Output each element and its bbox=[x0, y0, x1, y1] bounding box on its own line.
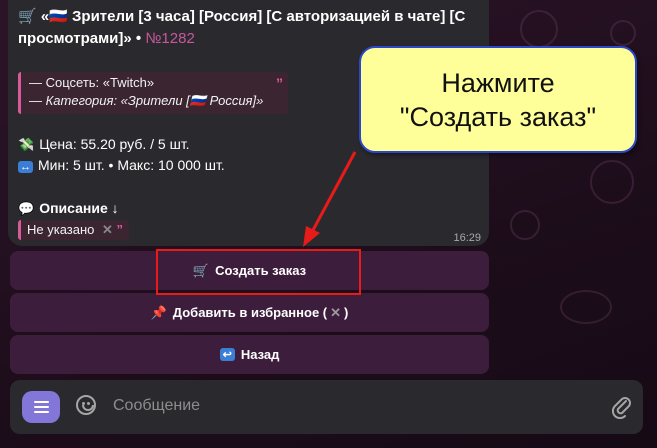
background-doodle bbox=[520, 10, 558, 48]
category-line: — Категория: «Зрители [🇷🇺 Россия]» bbox=[29, 93, 264, 108]
quote-icon: ” bbox=[276, 75, 283, 91]
speech-bubble-icon: 💬 bbox=[18, 201, 35, 216]
background-doodle bbox=[610, 20, 636, 46]
message-title-text: 🛒 «🇷🇺 Зрители [3 часа] [Россия] [С автор… bbox=[18, 8, 466, 47]
back-label: Назад bbox=[240, 347, 280, 362]
price-row: 💸 Цена: 55.20 руб. / 5 шт. bbox=[18, 136, 190, 153]
smile-icon[interactable] bbox=[76, 395, 96, 415]
social-network-line: — Соцсеть: «Twitch» bbox=[29, 75, 155, 90]
message-input[interactable]: Сообщение bbox=[113, 397, 200, 415]
add-favorite-button[interactable]: 📌 Добавить в избранное (✕) bbox=[10, 293, 489, 332]
instruction-callout: Нажмите "Создать заказ" bbox=[359, 46, 637, 153]
description-title-row: 💬 Описание ↓ bbox=[18, 200, 119, 217]
order-number[interactable]: №1282 bbox=[145, 30, 194, 47]
money-icon: 💸 bbox=[18, 137, 35, 152]
quote-icon: ” bbox=[116, 222, 124, 237]
background-doodle bbox=[560, 290, 612, 324]
close-icon: ✕ bbox=[330, 304, 342, 320]
minmax-row: ↔ Мин: 5 шт. • Макс: 10 000 шт. bbox=[18, 157, 225, 173]
callout-line-2: "Создать заказ" bbox=[399, 101, 597, 132]
details-quote: — Соцсеть: «Twitch» — Категория: «Зрител… bbox=[18, 72, 288, 114]
close-icon: ✕ bbox=[102, 222, 113, 237]
back-button[interactable]: ↩ Назад bbox=[10, 335, 489, 374]
composer-bar: Сообщение bbox=[10, 380, 643, 434]
menu-icon[interactable] bbox=[22, 391, 60, 423]
message-title: 🛒 «🇷🇺 Зрители [3 часа] [Россия] [С автор… bbox=[18, 6, 488, 50]
background-doodle bbox=[590, 160, 634, 204]
description-quote: Не указано ✕ ” bbox=[18, 220, 130, 240]
description-value: Не указано bbox=[27, 222, 95, 237]
left-right-arrow-icon: ↔ bbox=[18, 161, 33, 173]
callout-line-1: Нажмите bbox=[441, 67, 555, 98]
message-time: 16:29 bbox=[453, 232, 481, 244]
add-favorite-label: Добавить в избранное ( bbox=[172, 305, 328, 320]
highlight-box bbox=[156, 249, 361, 295]
back-arrow-icon: ↩ bbox=[219, 348, 235, 361]
description-title: Описание ↓ bbox=[39, 200, 119, 216]
background-doodle bbox=[510, 210, 540, 240]
paperclip-icon[interactable] bbox=[609, 393, 633, 419]
minmax-text: Мин: 5 шт. • Макс: 10 000 шт. bbox=[38, 157, 225, 173]
pin-icon: 📌 bbox=[150, 304, 167, 320]
price-text: Цена: 55.20 руб. / 5 шт. bbox=[39, 136, 190, 152]
add-favorite-label-end: ) bbox=[344, 305, 349, 320]
